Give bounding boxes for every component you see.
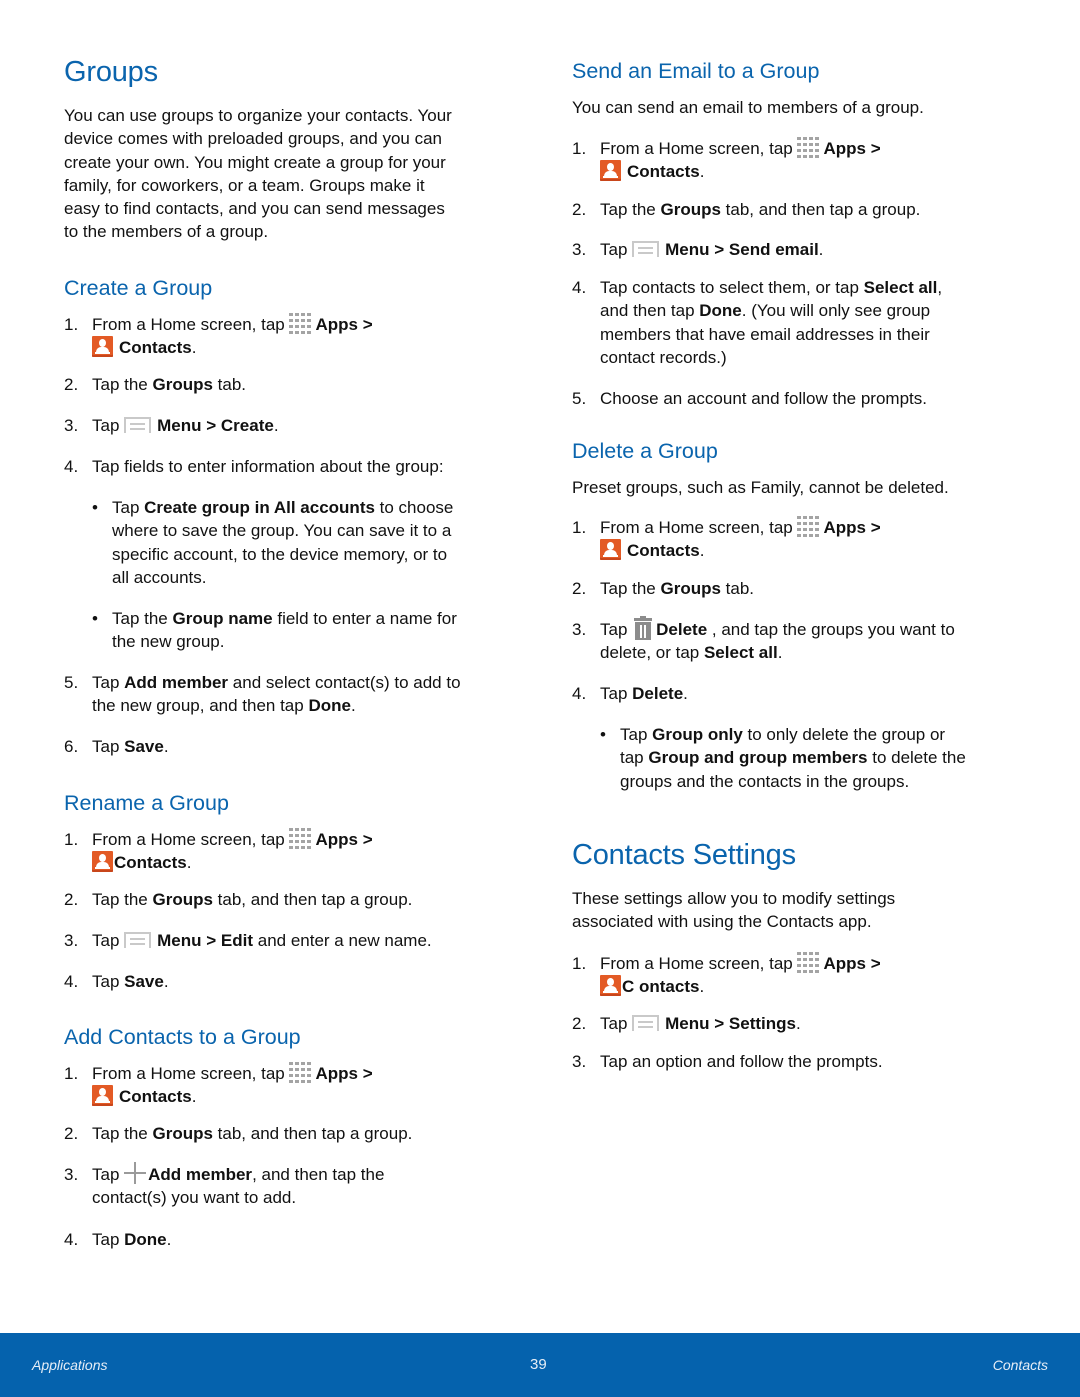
contacts-settings-title: Contacts Settings: [572, 839, 796, 871]
contacts-app-icon: [92, 336, 113, 358]
delete-group-heading: Delete a Group: [572, 439, 718, 463]
menu-icon: [632, 241, 660, 258]
apps-grid-icon: [289, 827, 313, 850]
menu-icon: [632, 1015, 660, 1032]
groups-title: Groups: [64, 56, 158, 88]
contacts-app-icon: [600, 160, 621, 182]
contacts-app-icon: [600, 975, 621, 997]
rename-group-heading: Rename a Group: [64, 791, 229, 815]
trash-icon: [634, 615, 653, 640]
send-email-heading: Send an Email to a Group: [572, 59, 820, 83]
apps-grid-icon: [797, 136, 821, 159]
apps-grid-icon: [797, 515, 821, 538]
page-footer: Applications 39 Contacts: [0, 1333, 1080, 1397]
menu-icon: [124, 417, 152, 434]
apps-grid-icon: [289, 312, 313, 335]
footer-chapter-label: Contacts: [992, 1357, 1048, 1373]
send-email-intro: You can send an email to members of a gr…: [572, 98, 924, 117]
menu-icon: [124, 932, 152, 949]
footer-section-label: Applications: [32, 1357, 108, 1373]
add-contacts-heading: Add Contacts to a Group: [64, 1025, 301, 1049]
groups-intro: You can use groups to organize your cont…: [64, 106, 452, 242]
contacts-app-icon: [92, 1085, 113, 1107]
delete-group-intro: Preset groups, such as Family, cannot be…: [572, 478, 949, 497]
create-group-heading: Create a Group: [64, 276, 213, 300]
page-number: 39: [530, 1356, 547, 1373]
contacts-app-icon: [600, 539, 621, 561]
contacts-settings-intro: These settings allow you to modify setti…: [572, 889, 896, 932]
add-plus-icon: [124, 1161, 147, 1184]
contacts-app-icon: [92, 851, 113, 873]
apps-grid-icon: [289, 1061, 313, 1084]
apps-grid-icon: [797, 951, 821, 974]
